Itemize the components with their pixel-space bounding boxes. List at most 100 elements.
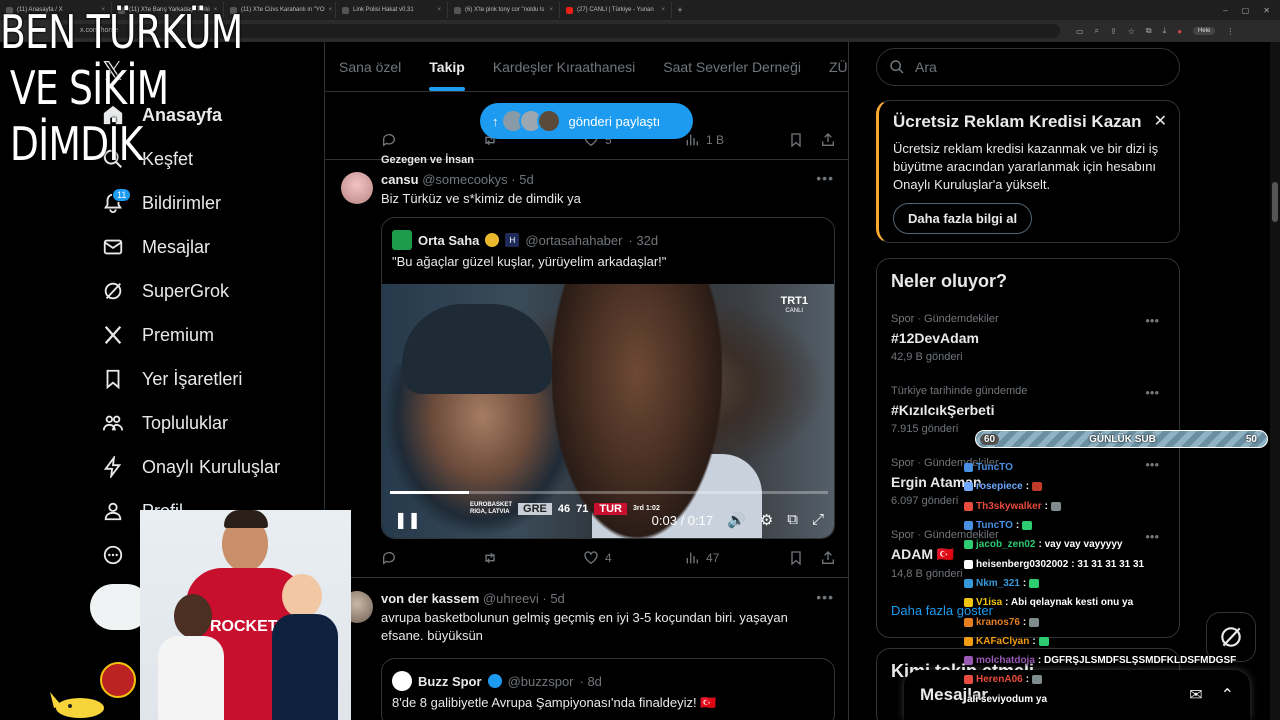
profile-icon[interactable]: ● [1177,27,1182,36]
video-progress-bar[interactable] [390,491,828,494]
chat-emote-icon [1038,636,1049,646]
learn-more-button[interactable]: Daha fazla bilgi al [893,203,1033,234]
reply-button[interactable] [381,132,482,148]
chat-badge-icon [964,482,973,492]
chat-text: : [1025,481,1030,493]
author-name[interactable]: cansu [381,172,419,187]
reply-button[interactable] [381,550,482,566]
post[interactable]: cansu @somecookys · 5d ••• Biz Türküz ve… [325,160,848,578]
photo-baby-shirt [272,614,338,720]
share-icon[interactable] [820,132,836,148]
nav-item-communities[interactable]: Topluluklar [102,408,228,438]
new-tab-button[interactable]: + [672,5,688,15]
browser-toolbar-icons: ▭ ⌕ ⇪ ☆ ⧉ ⤓ ● Hele ⋮ [1076,26,1234,36]
browser-tab[interactable]: Link Polisi Hakat v0.31 × [336,2,448,18]
extensions-icon[interactable]: ⧉ [1146,26,1152,36]
tab-list-zupe[interactable]: ZÜPE [829,59,848,75]
repost-button[interactable] [482,550,583,566]
chat-message: KAFaClyan: [964,632,1274,651]
tab-following[interactable]: Takip [429,59,465,91]
chat-username: heisenberg0302002 [976,558,1069,570]
post-right-actions [788,132,836,148]
bookmark-icon[interactable] [788,132,804,148]
chat-message: Th3skywalker: [964,497,1274,516]
post-time[interactable]: · 5d [542,591,564,606]
stream-photo-overlay: ROCKETS [140,510,351,720]
quoted-post[interactable]: Orta Saha H @ortasahahaber · 32d "Bu ağa… [381,217,835,539]
chat-badge-icon [964,578,973,588]
close-icon[interactable]: ✕ [1154,111,1167,131]
close-tab-icon[interactable]: × [437,7,441,13]
cast-icon[interactable]: ▭ [1076,27,1084,36]
chat-message: TuncTO: [964,516,1274,535]
chat-message: rosepiece: [964,477,1274,496]
views-button[interactable]: 47 [684,550,785,566]
views-button[interactable]: 1 B [684,132,785,148]
more-options-icon[interactable]: ••• [816,170,834,186]
close-window-icon[interactable]: ✕ [1263,6,1270,15]
like-button[interactable]: 4 [583,550,684,566]
close-tab-icon[interactable]: × [329,7,333,13]
author-handle[interactable]: @somecookys [422,172,507,187]
nav-item-messages[interactable]: Mesajlar [102,232,210,262]
post-header: cansu @somecookys · 5d [381,172,534,187]
quoted-post[interactable]: Buzz Spor @buzzspor · 8d 8'de 8 galibiye… [381,658,835,720]
tab-list-saat[interactable]: Saat Severler Derneği [663,59,801,75]
chat-badge-icon [964,636,973,646]
tab-list-kiraathane[interactable]: Kardeşler Kıraathanesi [493,59,635,75]
search-input[interactable]: Ara [876,48,1180,86]
scrollbar-thumb[interactable] [1272,182,1278,222]
fullscreen-icon[interactable]: ⤢ [812,511,824,529]
nav-item-verified-orgs[interactable]: Onaylı Kuruluşlar [102,452,280,482]
nav-item-supergrok[interactable]: SuperGrok [102,276,229,306]
star-icon[interactable]: ☆ [1128,27,1135,36]
nav-item-premium[interactable]: Premium [102,320,214,350]
minimize-icon[interactable]: – [1223,6,1227,15]
share-icon[interactable]: ⇪ [1110,27,1117,36]
share-icon[interactable] [820,550,836,566]
tab-for-you[interactable]: Sana özel [339,59,401,75]
video-time: 0:03 / 0:17 [651,512,714,528]
zoom-icon[interactable]: ⌕ [1095,26,1099,36]
photo-jersey-text: ROCKETS [210,618,289,635]
menu-icon[interactable]: ⋮ [1226,27,1234,36]
chat-username: V1isa [976,597,1003,609]
quoted-author-name: Orta Saha [418,232,480,248]
new-posts-toast[interactable]: ↑ gönderi paylaştı [480,103,693,139]
more-options-icon[interactable]: ••• [816,589,834,605]
browser-tab[interactable]: (6) X'te pink tony cor "noldu ls × [448,2,560,18]
author-handle[interactable]: @uhreevi [483,591,539,606]
video-player[interactable]: TRT1 CANLI EUROBASKET RIGA, LATVIA GRE 46 … [382,284,834,538]
chat-message: V1isa: Abi qelaynak kesti onu ya [964,593,1274,612]
chat-text: : [1015,520,1020,532]
chat-username: kranos76 [976,616,1020,628]
reply-icon [382,134,395,147]
pause-icon[interactable]: ❚❚ [394,510,421,530]
browser-tab[interactable]: (27) CANLI | Türkiye - Yunan × [560,2,672,18]
more-options-icon[interactable]: ••• [1145,313,1159,328]
nav-item-bookmarks[interactable]: Yer İşaretleri [102,364,242,394]
toast-avatar [536,109,561,133]
nav-item-notifications[interactable]: 11 Bildirimler [102,188,221,218]
chat-badge-icon [964,501,973,511]
download-icon[interactable]: ⤓ [1163,26,1167,36]
post[interactable]: von der kassem @uhreevi · 5d ••• avrupa … [325,579,848,720]
close-tab-icon[interactable]: × [549,7,553,13]
verified-blue-icon [487,674,502,688]
volume-icon[interactable]: 🔊 [727,511,746,529]
stream-overlay-title: BEN TÜRKÜM VE SİKİM DİMDİK [0,4,262,172]
trend-item[interactable]: Spor · Gündemdekiler #12DevAdam 42,9 B g… [891,313,1167,363]
settings-icon[interactable]: ⚙ [760,511,773,529]
promo-title: Ücretsiz Reklam Kredisi Kazan [893,112,1142,131]
close-tab-icon[interactable]: × [661,7,665,13]
nav-item-more[interactable] [102,540,124,570]
maximize-icon[interactable]: ▢ [1242,6,1250,15]
more-options-icon[interactable]: ••• [1145,385,1159,400]
avatar[interactable] [341,172,373,204]
pip-icon[interactable]: ⧉ [787,511,798,529]
profile-button[interactable]: Hele [1193,27,1216,35]
bookmark-icon[interactable] [788,550,804,566]
author-name[interactable]: von der kassem [381,591,479,606]
trend-item[interactable]: Türkiye tarihinde gündemde #KızılcıkŞerb… [891,385,1167,435]
post-time[interactable]: · 5d [511,172,533,187]
